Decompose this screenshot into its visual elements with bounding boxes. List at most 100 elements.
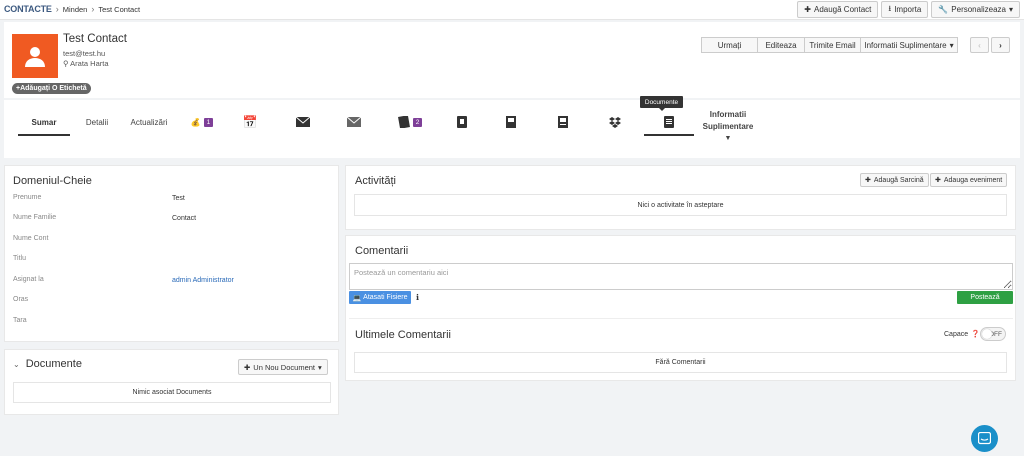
breadcrumb-module[interactable]: CONTACTE <box>4 4 52 14</box>
import-label: Importa <box>894 5 922 14</box>
more-info-label-1: Informatii <box>709 110 747 119</box>
deals-count-badge: 1 <box>203 117 214 127</box>
latest-comments-title: Ultimele Comentarii <box>355 329 451 341</box>
download-icon: ⭳ <box>888 3 892 13</box>
extra-info-label: Informatii Suplimentare <box>864 40 947 50</box>
plus-icon: ✚ <box>244 362 251 372</box>
chevron-down-icon: ⌄ <box>13 359 20 369</box>
tab-updates[interactable]: Actualizări <box>130 112 168 132</box>
field-label: Prenume <box>13 194 42 201</box>
add-task-button[interactable]: ✚ Adaugă Sarcină <box>860 173 929 187</box>
calendar-icon: 📅 <box>242 115 258 129</box>
tab-messages[interactable] <box>346 112 362 132</box>
import-button[interactable]: ⭳ Importa <box>881 1 929 18</box>
tab-more-info[interactable]: Informatii Suplimentare ▼ <box>700 110 756 142</box>
activities-empty-message: Nici o activitate în asteptare <box>354 194 1007 216</box>
top-bar: CONTACTE › Minden › Test Contact ✚ Adaug… <box>0 0 1024 20</box>
chevron-right-icon: › <box>55 4 59 14</box>
documents-title: Documente <box>25 358 82 370</box>
user-icon <box>25 47 45 67</box>
caret-down-icon: ▼ <box>724 135 732 142</box>
money-bag-icon: 💰 <box>190 117 201 127</box>
chat-launcher-button[interactable] <box>971 425 998 452</box>
edit-button[interactable]: Editeaza <box>757 37 805 53</box>
add-tag-label: Adăugați O Etichetă <box>20 85 87 92</box>
tab-emails[interactable] <box>295 112 311 132</box>
key-fields-panel: Domeniul-Cheie Prenume Test Nume Familie… <box>4 165 339 342</box>
tab-purchase-orders[interactable] <box>504 112 518 132</box>
new-document-button[interactable]: ✚ Un Nou Document ▾ <box>238 359 328 375</box>
tab-documents[interactable] <box>662 112 676 132</box>
more-info-label-2: Suplimentare <box>702 122 754 131</box>
info-icon[interactable]: ℹ <box>416 293 419 302</box>
previous-record-button[interactable]: ‹ <box>970 37 989 53</box>
breadcrumb: CONTACTE › Minden › Test Contact <box>4 4 140 14</box>
document-icon <box>457 116 467 128</box>
caps-label-row: Capace ❓ <box>944 330 980 339</box>
activities-title: Activități <box>355 175 396 187</box>
key-fields-title: Domeniul-Cheie <box>13 175 92 187</box>
tab-sales-orders[interactable] <box>556 112 570 132</box>
record-tabs: Sumar Detalii Actualizări 💰 1 📅 2 Informa… <box>4 100 1020 158</box>
add-task-label: Adaugă Sarcină <box>873 176 924 184</box>
add-event-label: Adauga eveniment <box>943 176 1003 184</box>
caret-down-icon: ▾ <box>318 362 322 372</box>
map-marker-icon: ⚲ <box>63 59 69 68</box>
field-value[interactable]: Contact <box>172 215 196 222</box>
follow-button[interactable]: Urmați <box>701 37 758 53</box>
caret-down-icon: ▾ <box>1008 5 1013 14</box>
tab-tooltip: Documente <box>640 96 683 111</box>
breadcrumb-item: Test Contact <box>98 4 141 14</box>
tab-quotes[interactable]: 2 <box>395 112 425 132</box>
field-label: Titlu <box>13 255 26 262</box>
field-label: Oras <box>13 296 29 303</box>
active-tab-indicator <box>18 134 70 136</box>
tab-deals[interactable]: 💰 1 <box>187 112 217 132</box>
documents-panel: ⌄ Documente ✚ Un Nou Document ▾ Nimic as… <box>4 349 339 415</box>
new-document-label: Un Nou Document <box>253 362 315 372</box>
activities-panel: Activități ✚ Adaugă Sarcină ✚ Adauga eve… <box>345 165 1016 230</box>
breadcrumb-item[interactable]: Minden <box>63 5 88 14</box>
purchase-order-icon <box>506 116 516 128</box>
send-email-button[interactable]: Trimite Email <box>804 37 861 53</box>
tab-details[interactable]: Detalii <box>84 112 110 132</box>
post-comment-button[interactable]: Postează <box>957 291 1013 304</box>
caps-label: Capace <box>944 330 969 338</box>
field-label: Asignat la <box>13 276 44 283</box>
contact-email[interactable]: test@test.hu <box>63 49 105 58</box>
field-label: Nume Cont <box>13 235 49 242</box>
chevron-right-icon: › <box>91 4 95 14</box>
tab-summary[interactable]: Sumar <box>30 112 58 132</box>
sales-order-icon <box>558 116 568 128</box>
field-label: Tara <box>13 317 27 324</box>
avatar <box>12 34 58 78</box>
documents-empty-message: Nimic asociat Documents <box>13 382 331 403</box>
extra-info-button[interactable]: Informatii Suplimentare ▾ <box>860 37 958 53</box>
comments-empty-message: Fără Comentarii <box>354 352 1007 373</box>
plus-icon: ✚ <box>935 177 941 184</box>
next-record-button[interactable]: › <box>991 37 1010 53</box>
envelope-outline-icon <box>347 117 361 127</box>
tab-products[interactable] <box>455 112 469 132</box>
comment-input[interactable] <box>349 263 1013 290</box>
assigned-user-link[interactable]: admin Administrator <box>172 277 234 284</box>
wrench-icon: 🔧 <box>938 5 949 14</box>
comments-title: Comentarii <box>355 245 409 257</box>
add-event-button[interactable]: ✚ Adauga eveniment <box>930 173 1008 187</box>
caps-toggle[interactable]: OFF <box>980 327 1006 341</box>
quotes-count-badge: 2 <box>412 117 423 127</box>
documents-header[interactable]: ⌄ Documente <box>13 358 82 370</box>
tab-projects[interactable] <box>608 112 622 132</box>
customize-label: Personalizeaza <box>951 5 1006 14</box>
tab-calendar[interactable]: 📅 <box>242 112 258 132</box>
attach-files-label: Atasati Fisiere <box>363 294 408 301</box>
plus-icon: ✚ <box>804 5 811 14</box>
attach-files-button[interactable]: 💻 Atasati Fisiere <box>349 291 411 304</box>
add-tag-button[interactable]: + Adăugați O Etichetă <box>12 83 91 94</box>
question-icon[interactable]: ❓ <box>971 330 980 338</box>
field-value[interactable]: Test <box>172 195 185 202</box>
map-link[interactable]: ⚲ Arata Harta <box>63 59 109 68</box>
customize-button[interactable]: 🔧 Personalizeaza ▾ <box>931 1 1020 18</box>
add-contact-button[interactable]: ✚ Adaugă Contact <box>797 1 879 18</box>
plus-icon: ✚ <box>865 177 871 184</box>
